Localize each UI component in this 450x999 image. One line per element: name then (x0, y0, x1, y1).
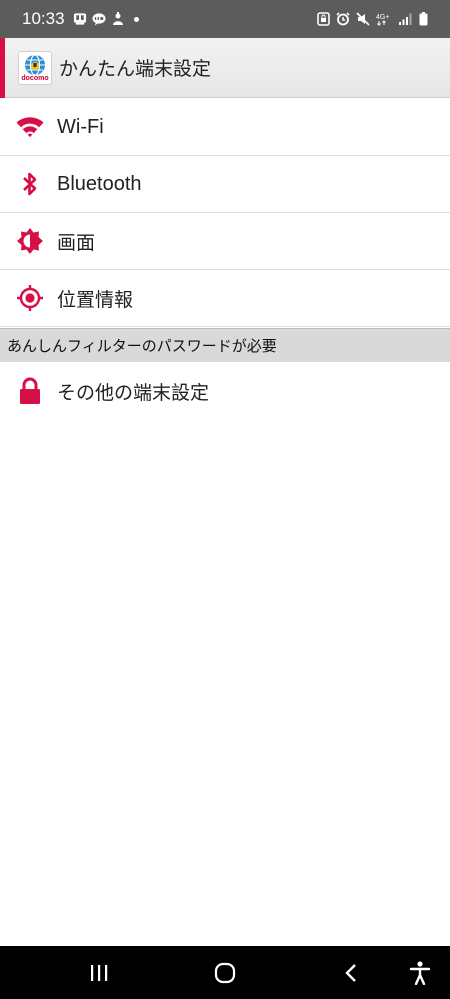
battery-icon (418, 12, 428, 26)
svg-text:4G+: 4G+ (376, 14, 389, 21)
menu-item-label: Bluetooth (57, 172, 142, 195)
more-notifications-dot-icon (133, 16, 139, 22)
status-notification-icons (73, 12, 139, 26)
header-accent-bar (0, 38, 5, 98)
alarm-icon (336, 12, 350, 26)
back-icon (345, 963, 356, 982)
mute-icon (356, 12, 370, 26)
wifi-icon (16, 113, 44, 141)
lock-icon (16, 377, 44, 405)
docomo-app-logo: docomo (18, 50, 52, 85)
location-icon (16, 284, 44, 312)
logo-text: docomo (21, 74, 49, 82)
menu-item-label: 位置情報 (57, 288, 134, 311)
brightness-icon (16, 227, 44, 255)
menu-item-location[interactable]: 位置情報 (0, 270, 450, 327)
menu-item-wifi[interactable]: Wi-Fi (0, 99, 450, 156)
menu-item-bluetooth[interactable]: Bluetooth (0, 156, 450, 213)
menu-item-other-settings[interactable]: その他の端末設定 (0, 362, 450, 420)
notification-app-icon (73, 12, 87, 26)
game-character-icon (111, 12, 125, 26)
accessibility-icon (409, 960, 431, 985)
globe-icon (25, 53, 45, 76)
home-button[interactable] (203, 946, 247, 999)
section-header-label: あんしんフィルターのパスワードが必要 (7, 337, 277, 355)
home-icon (214, 962, 236, 983)
recent-apps-icon (91, 964, 108, 981)
recent-apps-button[interactable] (78, 946, 120, 999)
system-navigation-bar (0, 946, 450, 999)
accessibility-button[interactable] (398, 946, 442, 999)
status-time: 10:33 (22, 9, 65, 28)
status-system-icons: 4G+ (316, 12, 428, 26)
menu-item-label: 画面 (57, 231, 96, 254)
section-header-password-required: あんしんフィルターのパスワードが必要 (0, 328, 450, 362)
menu-item-label: その他の端末設定 (57, 381, 210, 404)
back-button[interactable] (330, 946, 372, 999)
page-title: かんたん端末設定 (59, 58, 212, 80)
status-bar: 10:33 4G+ (0, 0, 450, 38)
bluetooth-icon (16, 170, 44, 198)
menu-item-label: Wi-Fi (57, 115, 104, 138)
screen: 10:33 4G+ docomo かんたん端末設定 Wi-Fi Bluetoot… (0, 0, 450, 999)
menu-item-display[interactable]: 画面 (0, 213, 450, 270)
line-message-icon (92, 12, 106, 26)
mobile-data-icon: 4G+ (376, 12, 392, 26)
nfc-lock-icon (316, 12, 330, 26)
app-header: docomo かんたん端末設定 (0, 38, 450, 98)
settings-menu-list: Wi-Fi Bluetooth 画面 位置情報 (0, 99, 450, 327)
signal-strength-icon (398, 12, 412, 26)
